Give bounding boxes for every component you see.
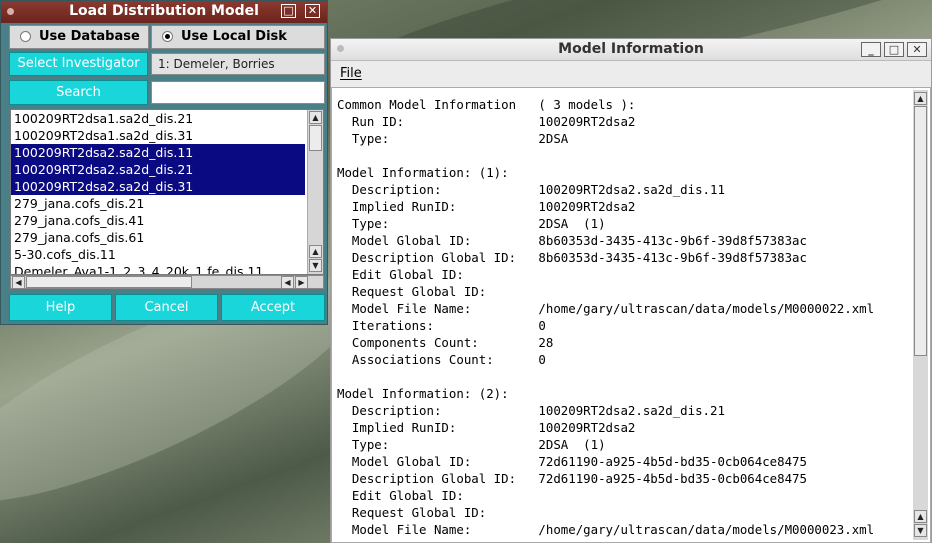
window-title: Model Information (558, 41, 704, 57)
info-line: Run ID: 100209RT2dsa2 (337, 114, 636, 129)
info-line: Edit Global ID: (337, 267, 464, 282)
info-line: Model Information: (2): (337, 386, 509, 401)
menu-file[interactable]: File (340, 66, 362, 81)
model-list-item[interactable]: 100209RT2dsa1.sa2d_dis.31 (11, 127, 305, 144)
info-line: Description Global ID: 72d61190-a925-4b5… (337, 471, 807, 486)
model-information-window: Model Information _ □ ✕ File Common Mode… (330, 38, 932, 543)
model-list-item[interactable]: 100209RT2dsa2.sa2d_dis.31 (11, 178, 305, 195)
list-vertical-scrollbar[interactable]: ▲ ▲ ▼ (307, 110, 323, 274)
model-list-item[interactable]: 279_jana.cofs_dis.61 (11, 229, 305, 246)
scroll-left-icon[interactable]: ◀ (281, 276, 294, 289)
info-line: Type: 2DSA (1) (337, 437, 606, 452)
info-line: Associations Count: 0 (337, 352, 546, 367)
scroll-down-icon[interactable]: ▼ (309, 259, 322, 272)
info-line: Type: 2DSA (337, 131, 569, 146)
model-list-item[interactable]: 100209RT2dsa2.sa2d_dis.21 (11, 161, 305, 178)
model-info-text: Common Model Information ( 3 models ): R… (337, 96, 874, 538)
close-icon[interactable]: ✕ (305, 4, 320, 18)
info-line: Components Count: 28 (337, 335, 554, 350)
scrollbar-thumb[interactable] (309, 125, 322, 151)
info-line: Implied RunID: 100209RT2dsa2 (337, 199, 636, 214)
dialog-title: Load Distribution Model (69, 3, 259, 19)
info-line: Edit Global ID: (337, 488, 464, 503)
maximize-icon[interactable]: □ (281, 4, 296, 18)
model-list[interactable]: 100209RT2dsa1.sa2d_dis.21 100209RT2dsa1.s… (10, 109, 324, 275)
info-line: Implied RunID: 100209RT2dsa2 (337, 420, 636, 435)
info-line: Model File Name: /home/gary/ultrascan/da… (337, 522, 875, 537)
info-line: Description: 100209RT2dsa2.sa2d_dis.11 (337, 182, 725, 197)
model-list-item[interactable]: 5-30.cofs_dis.11 (11, 246, 305, 263)
scroll-right-icon[interactable]: ▶ (295, 276, 308, 289)
model-list-item[interactable]: 279_jana.cofs_dis.21 (11, 195, 305, 212)
window-titlebar[interactable]: Model Information _ □ ✕ (331, 39, 931, 61)
menu-bar: File (331, 61, 931, 85)
model-list-item[interactable]: Demeler_Ava1-1_2_3_4_20k_1.fe_dis.11 (11, 263, 305, 274)
info-line: Model Global ID: 72d61190-a925-4b5d-bd35… (337, 454, 807, 469)
info-line: Model Information: (1): (337, 165, 509, 180)
scroll-up-icon[interactable]: ▲ (914, 92, 927, 105)
model-list-item[interactable]: 100209RT2dsa2.sa2d_dis.11 (11, 144, 305, 161)
info-line: Common Model Information ( 3 models ): (337, 97, 636, 112)
help-button[interactable]: Help (9, 294, 112, 321)
info-line: Description: 100209RT2dsa2.sa2d_dis.21 (337, 403, 725, 418)
use-local-disk-radio[interactable]: Use Local Disk (151, 25, 325, 49)
cancel-button[interactable]: Cancel (115, 294, 218, 321)
model-list-item[interactable]: 279_jana.cofs_dis.41 (11, 212, 305, 229)
info-line: Description Global ID: 8b60353d-3435-413… (337, 250, 807, 265)
maximize-icon[interactable]: □ (884, 42, 904, 57)
info-line: Iterations: 0 (337, 318, 546, 333)
scroll-down-icon[interactable]: ▼ (914, 524, 927, 537)
minimize-icon[interactable]: _ (861, 42, 881, 57)
scroll-up-icon[interactable]: ▲ (309, 111, 322, 124)
search-input[interactable] (151, 81, 325, 104)
radio-unchecked-icon (20, 31, 31, 42)
model-info-text-area[interactable]: Common Model Information ( 3 models ): R… (331, 87, 931, 543)
text-vertical-scrollbar[interactable]: ▲ ▲ ▼ (913, 90, 928, 540)
info-line: Type: 2DSA (1) (337, 216, 606, 231)
radio-checked-icon (162, 31, 173, 42)
search-button[interactable]: Search (9, 80, 148, 105)
use-database-radio[interactable]: Use Database (9, 25, 149, 49)
model-list-item[interactable]: 100209RT2dsa1.sa2d_dis.21 (11, 110, 305, 127)
scroll-left-icon[interactable]: ◀ (12, 276, 25, 289)
info-line: Request Global ID: (337, 505, 487, 520)
investigator-field: 1: Demeler, Borries (151, 53, 325, 75)
scrollbar-thumb[interactable] (914, 106, 927, 356)
info-line: Model Global ID: 8b60353d-3435-413c-9b6f… (337, 233, 807, 248)
info-line: Request Global ID: (337, 284, 487, 299)
scroll-up-icon[interactable]: ▲ (914, 510, 927, 523)
horizontal-scrollbar-thumb[interactable] (26, 276, 192, 288)
info-line: Model File Name: /home/gary/ultrascan/da… (337, 301, 875, 316)
use-database-label: Use Database (39, 29, 140, 44)
close-icon[interactable]: ✕ (907, 42, 927, 57)
select-investigator-button[interactable]: Select Investigator (9, 52, 148, 76)
accept-button[interactable]: Accept (221, 294, 325, 321)
scroll-up-icon[interactable]: ▲ (309, 245, 322, 258)
dialog-titlebar[interactable]: Load Distribution Model □ ✕ (1, 1, 327, 23)
list-horizontal-scrollbar[interactable]: ◀ ◀ ▶ (10, 275, 324, 289)
use-local-disk-label: Use Local Disk (181, 29, 287, 44)
load-distribution-model-dialog: Load Distribution Model □ ✕ Use Database… (0, 0, 328, 325)
